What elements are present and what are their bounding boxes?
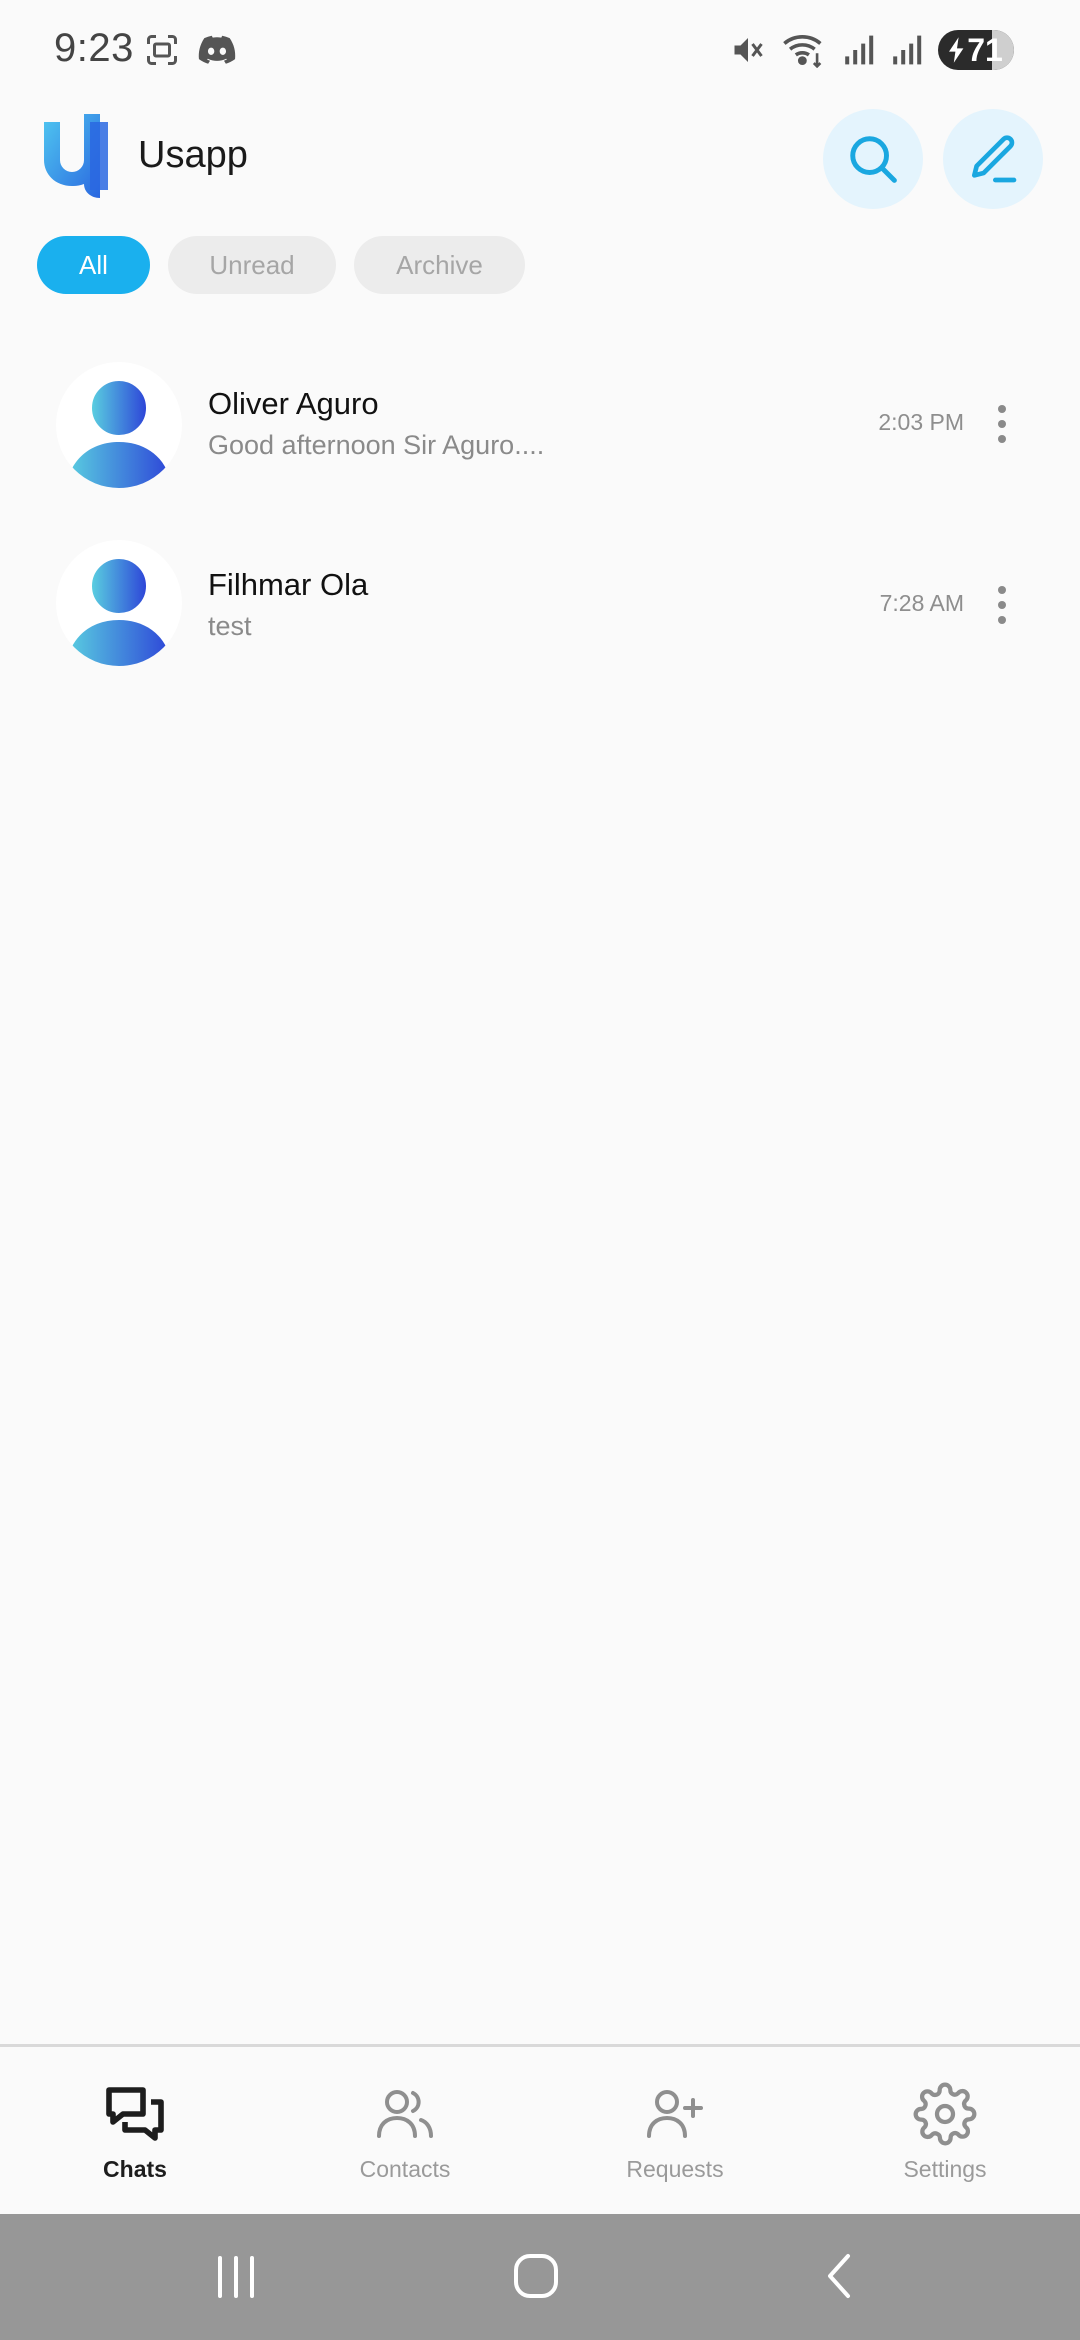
- chat-time: 2:03 PM: [878, 409, 964, 435]
- status-left-icons: [144, 32, 236, 68]
- search-button[interactable]: [823, 109, 923, 209]
- nav-label: Chats: [103, 2156, 167, 2182]
- filter-chip-unread[interactable]: Unread: [168, 236, 336, 294]
- user-avatar-icon: [66, 377, 172, 488]
- battery-level: 71: [967, 31, 1003, 68]
- more-options-icon[interactable]: [990, 586, 1014, 636]
- nav-item-settings[interactable]: Settings: [810, 2047, 1080, 2214]
- home-icon[interactable]: [508, 2246, 572, 2306]
- chat-row-oliver-aguro[interactable]: Oliver Aguro Good afternoon Sir Aguro...…: [0, 330, 1080, 510]
- filter-chip-archive[interactable]: Archive: [354, 236, 525, 294]
- chat-name: Filhmar Ola: [208, 567, 369, 602]
- filter-chip-all[interactable]: All: [37, 236, 150, 294]
- search-icon: [850, 136, 897, 183]
- nav-label: Contacts: [359, 2156, 451, 2182]
- chats-icon: [106, 2087, 164, 2141]
- mute-icon: [734, 38, 763, 62]
- nav-label: Requests: [626, 2156, 724, 2182]
- app-title: Usapp: [138, 134, 248, 176]
- bottom-nav: Chats Contacts Requests Settings: [0, 2047, 1080, 2214]
- nav-item-requests[interactable]: Requests: [540, 2047, 810, 2214]
- status-time: 9:23: [54, 26, 134, 70]
- signal-icon: [893, 35, 922, 65]
- nav-item-chats[interactable]: Chats: [0, 2047, 270, 2214]
- chat-name: Oliver Aguro: [208, 386, 379, 421]
- chat-time: 7:28 AM: [879, 590, 964, 616]
- screenshot-icon: [147, 35, 177, 65]
- discord-icon: [198, 35, 236, 64]
- chat-row-filhmar-ola[interactable]: Filhmar Ola test 7:28 AM: [0, 511, 1080, 691]
- back-icon[interactable]: [816, 2246, 864, 2306]
- more-options-icon[interactable]: [990, 405, 1014, 455]
- pencil-icon: [972, 135, 1017, 183]
- user-avatar-icon: [66, 555, 172, 666]
- app-logo: [44, 114, 108, 198]
- recent-apps-icon[interactable]: [212, 2246, 260, 2306]
- gear-icon: [913, 2082, 977, 2146]
- nav-item-contacts[interactable]: Contacts: [270, 2047, 540, 2214]
- wifi-icon: [783, 35, 822, 68]
- chat-preview: test: [208, 611, 252, 641]
- status-right-icons: 71: [730, 30, 1014, 70]
- nav-label: Settings: [903, 2156, 987, 2182]
- avatar: [56, 362, 182, 488]
- chat-preview: Good afternoon Sir Aguro....: [208, 430, 545, 460]
- battery-indicator: 71: [938, 30, 1014, 70]
- add-user-icon: [647, 2090, 703, 2138]
- battery-charging-icon: [949, 37, 964, 63]
- compose-button[interactable]: [943, 109, 1043, 209]
- contacts-icon: [377, 2090, 433, 2138]
- avatar: [56, 540, 182, 666]
- system-nav-bar: [0, 2214, 1080, 2340]
- signal-icon: [845, 35, 874, 65]
